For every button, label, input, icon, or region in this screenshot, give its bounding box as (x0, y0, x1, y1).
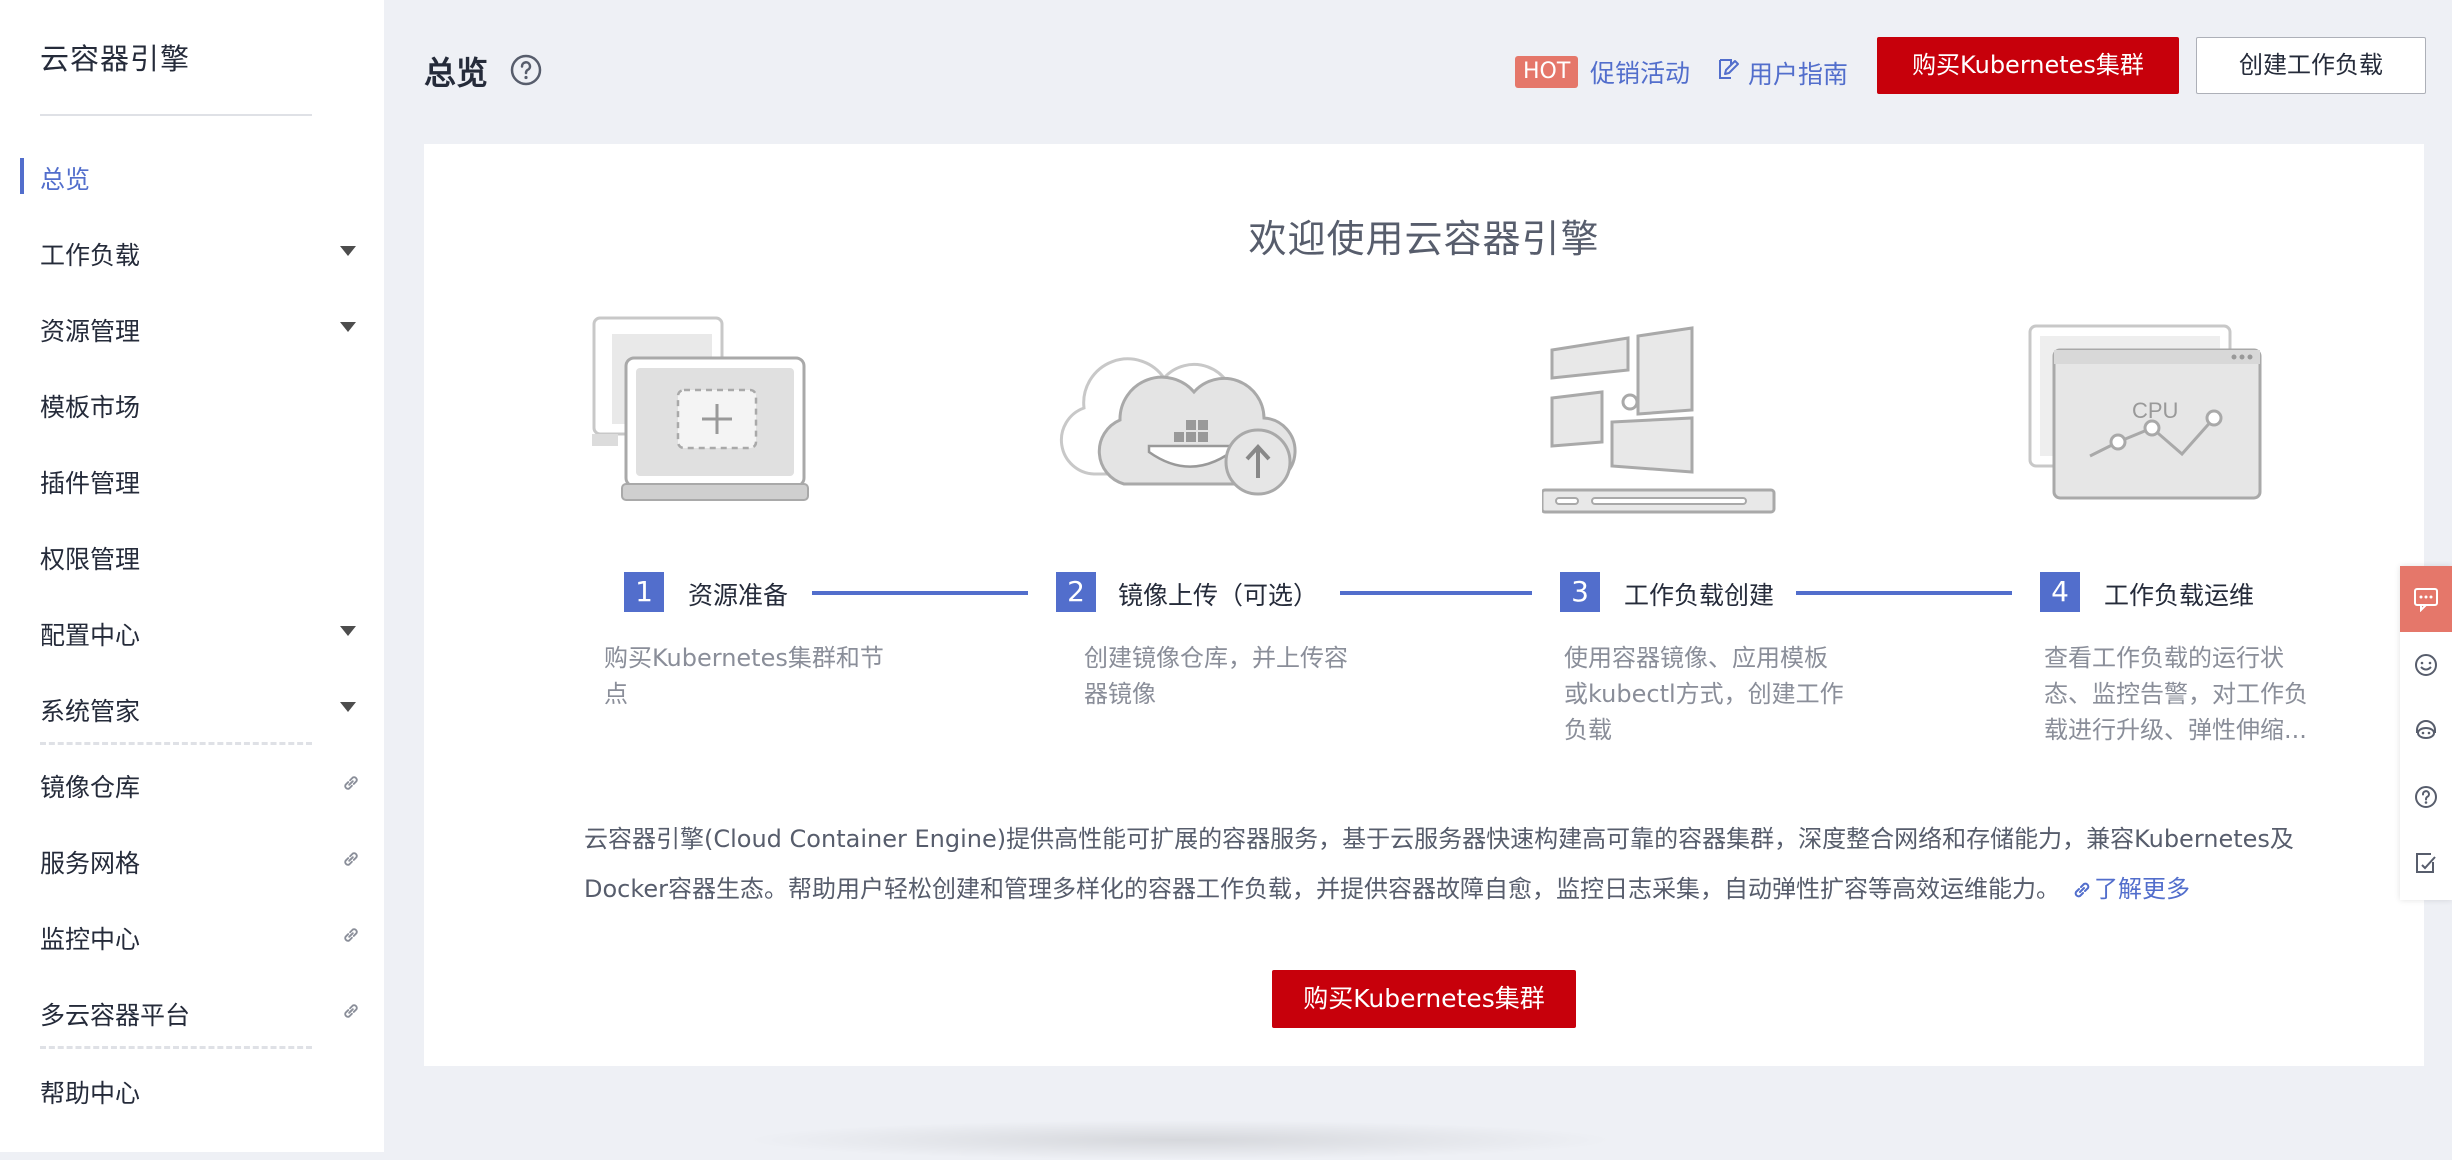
step-1-number: 1 (624, 572, 664, 612)
step-3-desc-line: 或kubectl方式，创建工作 (1564, 680, 1844, 708)
resource-prep-illustration (592, 316, 809, 501)
step-3-desc: 使用容器镜像、应用模板 或kubectl方式，创建工作 负载 (1564, 640, 1844, 748)
sidebar-item-label: 镜像仓库 (40, 773, 141, 802)
support-button[interactable] (2400, 698, 2452, 764)
sidebar-item-label: 模板市场 (40, 393, 141, 422)
feedback-button[interactable] (2400, 632, 2452, 698)
help-button[interactable] (2400, 764, 2452, 830)
step-2-title: 镜像上传（可选） (1118, 581, 1319, 610)
intro-line: 云容器引擎(Cloud Container Engine)提供高性能可扩展的容器… (584, 825, 2294, 853)
sidebar-item-image-repo[interactable]: 镜像仓库 (0, 754, 384, 810)
survey-button[interactable] (2400, 830, 2452, 896)
headset-icon (2416, 720, 2436, 739)
sidebar-item-label: 权限管理 (40, 545, 141, 574)
external-link-icon (344, 1004, 358, 1018)
sidebar-item-label: 监控中心 (40, 925, 141, 954)
promo-link[interactable]: 促销活动 (1590, 54, 1690, 90)
external-link-icon (344, 776, 358, 790)
sidebar-item-label: 配置中心 (40, 621, 141, 650)
sidebar-item-label: 帮助中心 (40, 1079, 141, 1108)
intro-line: Docker容器生态。帮助用户轻松创建和管理多样化的容器工作负载，并提供容器故障… (584, 864, 2304, 914)
edit-doc-icon (1719, 59, 1739, 79)
sidebar-item-config[interactable]: 配置中心 (0, 602, 384, 658)
learn-more-link[interactable]: 了解更多 (2094, 875, 2190, 903)
step-connector (1796, 591, 2012, 595)
sidebar-item-permissions[interactable]: 权限管理 (0, 526, 384, 582)
step-4-number: 4 (2040, 572, 2080, 612)
step-4-desc: 查看工作负载的运行状 态、监控告警，对工作负 载进行升级、弹性伸缩... (2044, 640, 2308, 748)
floating-toolbar (2400, 566, 2452, 900)
step-4-desc-line: 载进行升级、弹性伸缩... (2044, 716, 2307, 744)
step-2-number: 2 (1056, 572, 1096, 612)
cpu-label: CPU (2132, 398, 2178, 423)
caret-down-icon (340, 626, 356, 636)
chat-icon (2414, 588, 2438, 612)
step-1-title: 资源准备 (688, 581, 789, 610)
intro-paragraph: 云容器引擎(Cloud Container Engine)提供高性能可扩展的容器… (584, 814, 2304, 914)
sidebar-item-system[interactable]: 系统管家 (0, 678, 384, 734)
question-icon (2415, 786, 2437, 808)
sidebar-item-label: 服务网格 (40, 849, 141, 878)
sidebar-item-label: 工作负载 (40, 241, 141, 270)
step-3-title: 工作负载创建 (1624, 581, 1775, 610)
step-3-desc-line: 使用容器镜像、应用模板 (1564, 644, 1828, 672)
sidebar-title: 云容器引擎 (40, 42, 191, 76)
sidebar-item-monitoring[interactable]: 监控中心 (0, 906, 384, 962)
sidebar-item-multicloud[interactable]: 多云容器平台 (0, 982, 384, 1038)
page-title: 总览 (424, 54, 489, 92)
external-link-icon (344, 852, 358, 866)
sidebar-item-templates[interactable]: 模板市场 (0, 374, 384, 430)
step-4-desc-line: 态、监控告警，对工作负 (2044, 680, 2308, 708)
sidebar-item-workloads[interactable]: 工作负载 (0, 222, 384, 278)
step-1-desc: 购买Kubernetes集群和节 点 (604, 640, 884, 712)
step-4-desc-line: 查看工作负载的运行状 (2044, 644, 2284, 672)
sidebar-item-resources[interactable]: 资源管理 (0, 298, 384, 354)
caret-down-icon (340, 702, 356, 712)
image-upload-illustration (1059, 357, 1297, 496)
intro-line-text: Docker容器生态。帮助用户轻松创建和管理多样化的容器工作负载，并提供容器故障… (584, 875, 2061, 903)
step-connector (812, 591, 1028, 595)
sidebar-item-addons[interactable]: 插件管理 (0, 450, 384, 506)
step-connector (1340, 591, 1532, 595)
welcome-card: 欢迎使用云容器引擎 CPU 1 资源准备 购买Kubernetes集群和节 点 … (424, 144, 2424, 1066)
step-2-desc-line: 创建镜像仓库，并上传容 (1084, 644, 1348, 672)
sidebar-item-overview[interactable]: 总览 (0, 146, 384, 202)
step-3-desc-line: 负载 (1564, 716, 1612, 744)
sidebar-dashed-divider (40, 1046, 312, 1049)
chat-button[interactable] (2400, 566, 2452, 632)
active-indicator (20, 158, 24, 194)
user-guide-link[interactable]: 用户指南 (1748, 55, 1848, 91)
create-workload-button[interactable]: 创建工作负载 (2196, 37, 2426, 94)
caret-down-icon (340, 322, 356, 332)
step-2-desc-line: 器镜像 (1084, 680, 1156, 708)
sidebar-dashed-divider (40, 742, 312, 745)
sidebar-item-service-mesh[interactable]: 服务网格 (0, 830, 384, 886)
sidebar-item-label: 插件管理 (40, 469, 141, 498)
step-1-desc-line: 点 (604, 680, 628, 708)
buy-kubernetes-cluster-main-button[interactable]: 购买Kubernetes集群 (1272, 970, 1576, 1028)
step-4-title: 工作负载运维 (2104, 581, 2255, 610)
help-icon[interactable] (510, 54, 542, 86)
edit-checklist-icon (2416, 853, 2436, 873)
link-icon (2074, 882, 2090, 898)
step-2-desc: 创建镜像仓库，并上传容 器镜像 (1084, 640, 1348, 712)
sidebar-item-label: 资源管理 (40, 317, 141, 346)
smile-icon (2415, 654, 2437, 676)
bottom-shadow (740, 1120, 1620, 1160)
sidebar-item-help[interactable]: 帮助中心 (0, 1060, 384, 1116)
external-link-icon (344, 928, 358, 942)
sidebar-item-label: 总览 (40, 165, 91, 194)
sidebar-item-label: 多云容器平台 (40, 1001, 191, 1030)
sidebar-divider (40, 114, 312, 116)
step-3-number: 3 (1560, 572, 1600, 612)
hot-badge: HOT (1515, 56, 1579, 88)
caret-down-icon (340, 246, 356, 256)
workload-ops-illustration: CPU (2028, 324, 2262, 500)
welcome-title: 欢迎使用云容器引擎 (1248, 217, 1600, 261)
sidebar: 云容器引擎 总览 工作负载 资源管理 模板市场 插件管理 权限管理 配置中心 系… (0, 0, 384, 1152)
sidebar-item-label: 系统管家 (40, 697, 141, 726)
buy-kubernetes-cluster-button[interactable]: 购买Kubernetes集群 (1877, 37, 2179, 94)
workload-create-illustration (1542, 326, 1776, 514)
step-1-desc-line: 购买Kubernetes集群和节 (604, 644, 884, 672)
